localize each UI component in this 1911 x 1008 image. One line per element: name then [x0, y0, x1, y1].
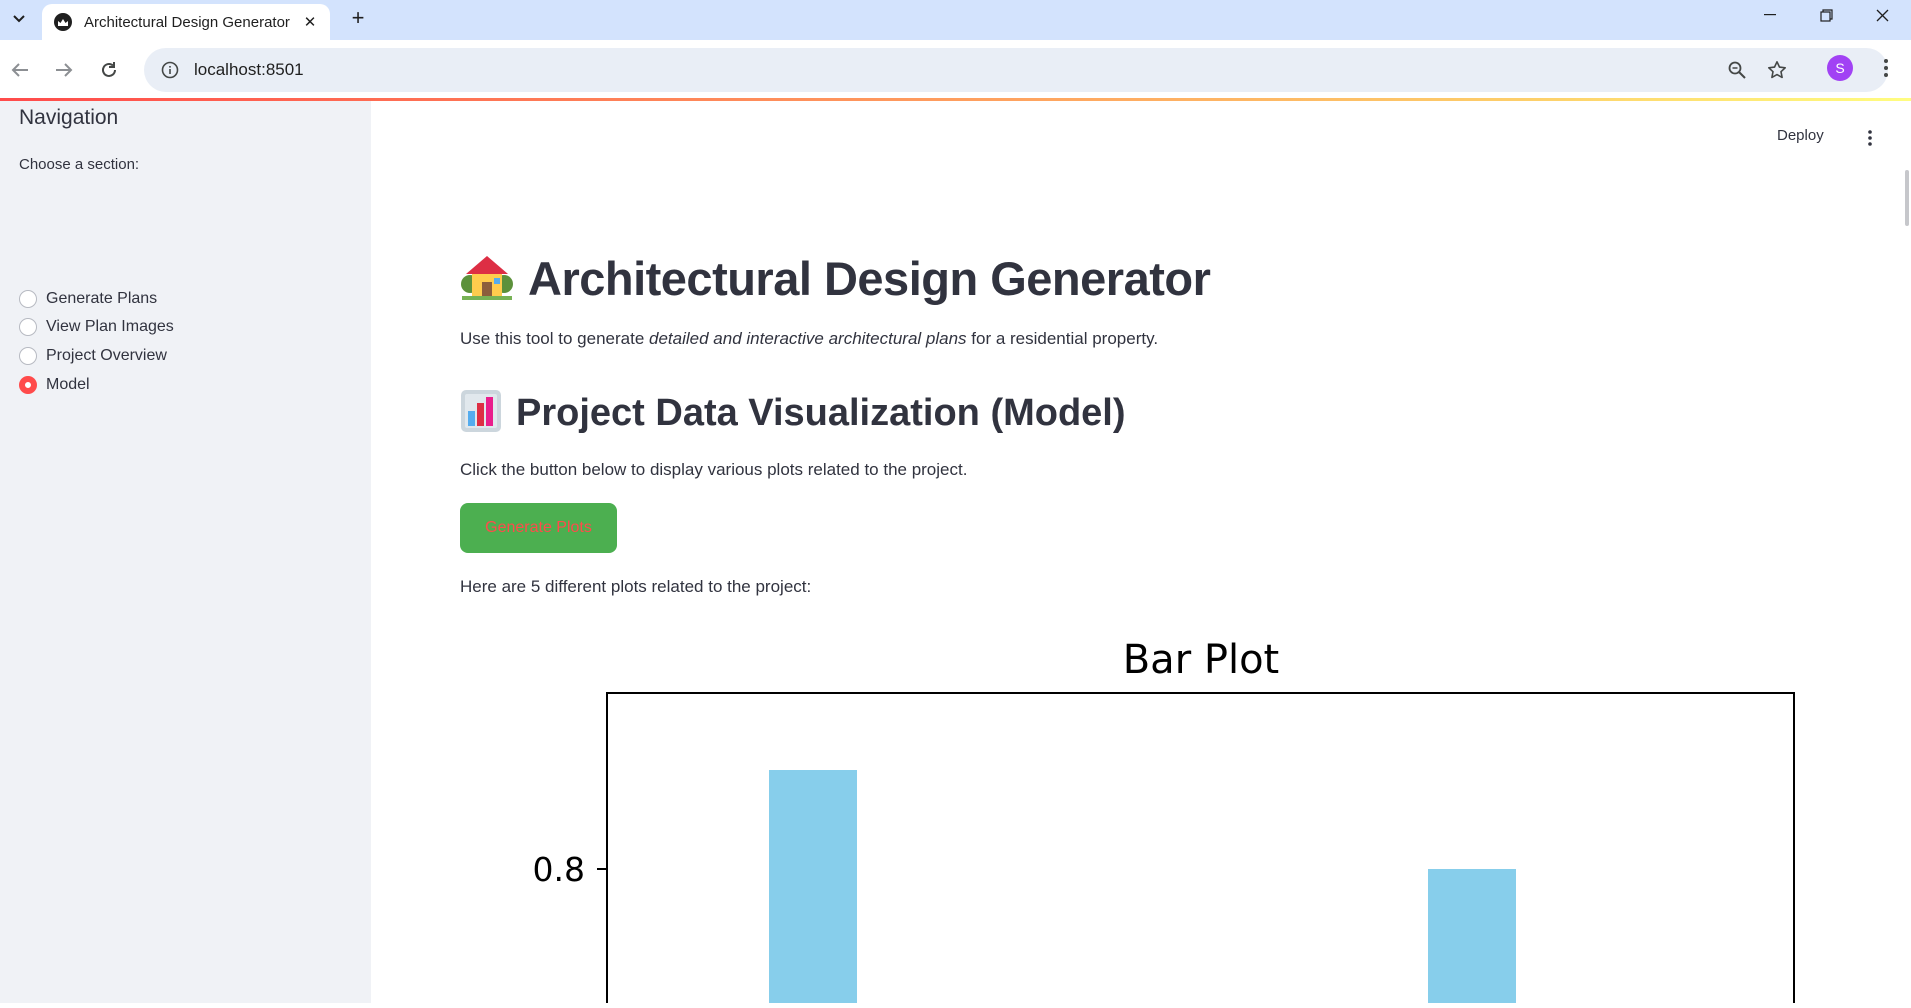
deploy-button[interactable]: Deploy [1777, 127, 1824, 144]
radio-circle[interactable] [19, 347, 37, 365]
back-arrow-icon[interactable] [0, 50, 40, 90]
radio-group-label: Choose a section: [19, 156, 140, 173]
intro-text-after: for a residential property. [966, 329, 1159, 348]
sidebar [0, 101, 371, 1003]
site-info-icon[interactable] [156, 56, 184, 84]
bar-group [769, 770, 1516, 1008]
bar-chart-icon [460, 389, 502, 438]
radio-option-generate-plans[interactable]: Generate Plans [19, 287, 157, 311]
page-title-text: Architectural Design Generator [528, 251, 1211, 305]
intro-text-emphasis: detailed and interactive architectural p… [649, 329, 967, 348]
radio-option-label: View Plan Images [46, 318, 174, 335]
radio-option-view-plan-images[interactable]: View Plan Images [19, 315, 174, 339]
window-minimize-icon[interactable] [1742, 0, 1798, 30]
new-tab-plus-icon[interactable]: + [344, 4, 372, 32]
browser-toolbar: localhost:8501 [0, 40, 1911, 100]
tab-search-chevron-icon[interactable] [6, 6, 32, 32]
tab-title: Architectural Design Generator [84, 13, 290, 31]
section-subheader: Project Data Visualization (Model) [460, 388, 1126, 438]
section-subheader-text: Project Data Visualization (Model) [516, 391, 1126, 434]
radio-circle[interactable] [19, 290, 37, 308]
radio-option-label: Model [46, 376, 90, 393]
reload-icon[interactable] [89, 50, 129, 90]
intro-paragraph: Use this tool to generate detailed and i… [460, 329, 1158, 349]
y-tick-label: 0.8 [533, 850, 585, 889]
radio-option-label: Project Overview [46, 347, 167, 364]
radio-circle[interactable] [19, 318, 37, 336]
radio-circle-selected[interactable] [19, 376, 37, 394]
bar-1 [769, 770, 857, 1008]
button-caption: Click the button below to display variou… [460, 460, 968, 479]
browser-tab-active[interactable]: Architectural Design Generator ✕ [42, 4, 330, 40]
radio-option-label: Generate Plans [46, 290, 158, 307]
bookmark-star-icon[interactable] [1757, 50, 1797, 90]
generate-plots-button[interactable]: Generate Plots [460, 503, 617, 553]
address-bar[interactable]: localhost:8501 [144, 48, 1888, 92]
browser-menu-kebab-icon[interactable] [1870, 50, 1902, 86]
forward-arrow-icon[interactable] [44, 50, 84, 90]
y-axis: 0.8 [533, 850, 607, 889]
plots-caption: Here are 5 different plots related to th… [460, 577, 812, 596]
sidebar-title: Navigation [19, 106, 119, 129]
page-scrollbar-thumb[interactable] [1905, 170, 1909, 226]
house-with-garden-icon [460, 252, 514, 305]
profile-avatar[interactable]: S [1827, 55, 1853, 81]
url-text: localhost:8501 [194, 60, 304, 79]
bar-plot: Bar Plot 0.8 [460, 620, 1840, 1008]
radio-option-project-overview[interactable]: Project Overview [19, 344, 167, 368]
radio-option-model[interactable]: Model [19, 373, 90, 397]
browser-tab-strip: Architectural Design Generator ✕ + [0, 0, 1911, 40]
intro-text-before: Use this tool to generate [460, 329, 650, 348]
window-close-icon[interactable] [1854, 0, 1910, 30]
window-restore-icon[interactable] [1798, 0, 1854, 30]
bar-plot-svg: Bar Plot 0.8 [533, 637, 1795, 1008]
chart-title: Bar Plot [1123, 637, 1280, 683]
streamlit-crown-icon [54, 13, 72, 31]
bar-3 [1428, 869, 1516, 1008]
zoom-magnifier-icon[interactable] [1717, 50, 1757, 90]
tab-close-icon[interactable]: ✕ [300, 12, 320, 32]
page-title: Architectural Design Generator [460, 250, 1211, 306]
app-menu-kebab-icon[interactable] [1858, 124, 1882, 152]
